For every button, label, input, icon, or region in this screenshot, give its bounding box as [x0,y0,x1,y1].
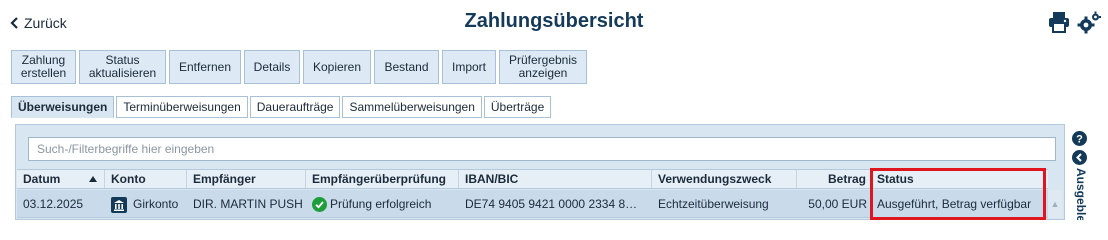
print-icon[interactable] [1048,11,1070,38]
hidden-columns-label[interactable]: Ausgeblendet [1074,168,1088,220]
cell-datum: 03.12.2025 [23,197,84,211]
refresh-status-button[interactable]: Status aktualisieren [79,50,166,84]
column-header-empfaenger[interactable]: Empfänger [187,170,306,188]
cell-iban: DE74 9405 9421 0000 2334 8… [465,197,638,211]
cell-konto: Girkonto [105,190,187,218]
cell-pruefung: Prüfung erfolgreich [306,190,459,218]
create-payment-button[interactable]: Zahlung erstellen [11,50,76,84]
account-name: Girkonto [133,197,179,211]
back-link[interactable]: Zurück [10,13,67,33]
cell-verwendungszweck: Echtzeitüberweisung [658,197,769,211]
table-header: Datum Konto Empfänger Empfängerüberprüfu… [17,169,1048,189]
sort-ascending-icon [89,176,97,182]
search-input[interactable] [28,137,1056,161]
inventory-button[interactable]: Bestand [374,50,439,84]
collapse-left-icon[interactable] [1072,150,1087,170]
tab-terminueberweisungen[interactable]: Terminüberweisungen [116,96,248,118]
back-label: Zurück [24,15,67,31]
settings-gears-icon[interactable] [1077,11,1101,40]
remove-button[interactable]: Entfernen [169,50,241,84]
cell-status: Ausgeführt, Betrag verfügbar [877,197,1032,211]
column-header-iban-bic[interactable]: IBAN/BIC [459,170,652,188]
check-circle-icon [312,197,327,213]
page-title: Zahlungsübersicht [464,10,644,32]
page-title-wrap: Zahlungsübersicht [0,10,1108,33]
check-result-text: Prüfung erfolgreich [330,197,432,211]
column-header-empfaengerpruefung[interactable]: Empfängerüberprüfung [306,170,459,188]
tab-bar: Überweisungen Terminüberweisungen Dauera… [11,96,552,118]
tab-dauerauftraege[interactable]: Daueraufträge [249,96,341,118]
column-header-konto[interactable]: Konto [105,170,187,188]
column-header-datum[interactable]: Datum [17,170,105,188]
details-button[interactable]: Details [244,50,300,84]
column-label: Datum [23,172,61,186]
bank-account-icon [111,196,127,213]
cell-empfaenger: DIR. MARTIN PUSH [193,197,303,211]
tab-uebertraege[interactable]: Überträge [483,96,552,118]
column-header-verwendungszweck[interactable]: Verwendungszweck [652,170,797,188]
cell-betrag: 50,00 EUR [808,197,867,211]
tab-ueberweisungen[interactable]: Überweisungen [11,96,115,118]
chevron-left-icon [10,17,18,29]
column-header-betrag[interactable]: Betrag [797,170,871,188]
scrollbar-up-arrow[interactable]: ▲ [1048,190,1062,218]
table-row[interactable]: 03.12.2025 Girkonto DIR. MARTIN PUSH Prü… [17,190,1048,218]
help-icon[interactable]: ? [1072,131,1087,151]
tab-sammelueberweisungen[interactable]: Sammelüberweisungen [342,96,482,118]
toolbar: Zahlung erstellen Status aktualisieren E… [11,50,587,84]
column-header-status[interactable]: Status [871,170,1048,188]
copy-button[interactable]: Kopieren [303,50,371,84]
svg-text:?: ? [1076,134,1083,146]
show-check-result-button[interactable]: Prüfergebnis anzeigen [499,50,587,84]
import-button[interactable]: Import [442,50,496,84]
